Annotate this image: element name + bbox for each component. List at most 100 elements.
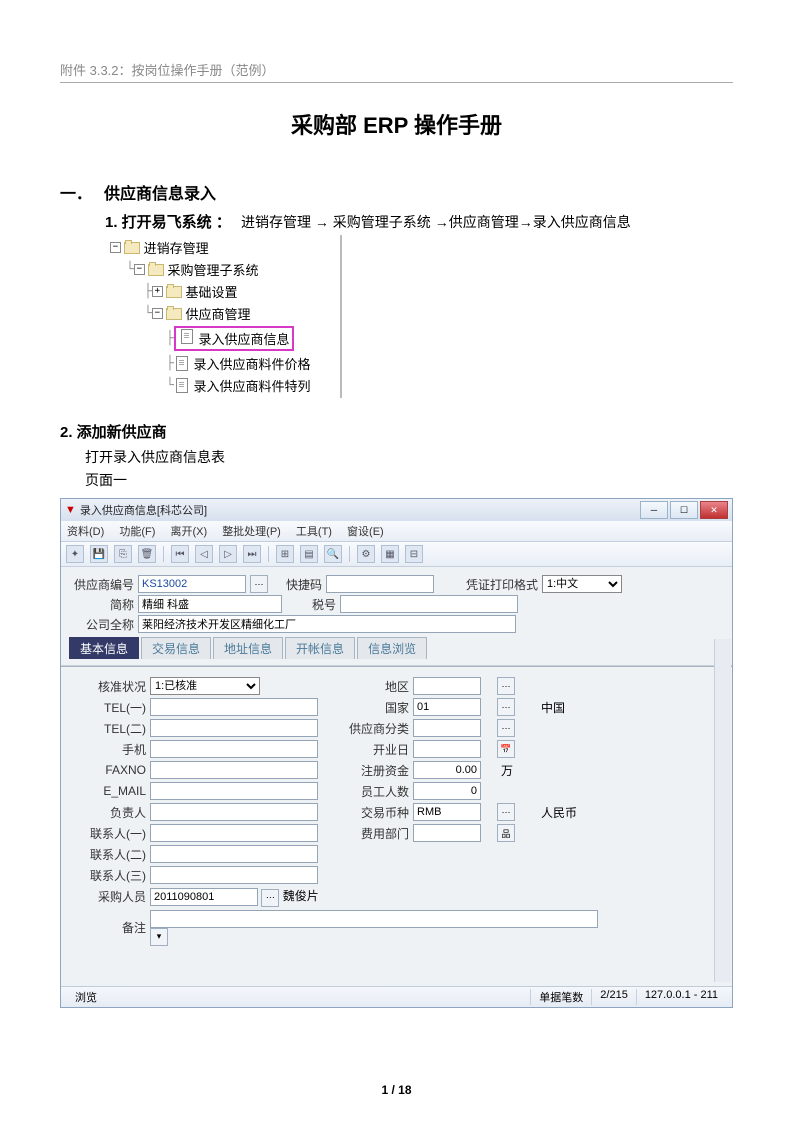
lookup-icon[interactable]: ⋯ xyxy=(497,698,515,716)
tab-open[interactable]: 开帐信息 xyxy=(285,637,355,659)
employee-input[interactable] xyxy=(413,782,481,800)
maximize-button[interactable]: ☐ xyxy=(670,501,698,519)
tab-pane: 核准状况 1:已核准 地区 ⋯ TEL(一) 国家 ⋯中国 TEL(二) 供应商… xyxy=(61,666,732,986)
country-input[interactable] xyxy=(413,698,481,716)
status-select[interactable]: 1:已核准 xyxy=(150,677,260,695)
lookup-icon[interactable]: ⋯ xyxy=(497,677,515,695)
label: 供应商分类 xyxy=(324,720,409,737)
label: TEL(一) xyxy=(71,699,146,716)
tab-trade[interactable]: 交易信息 xyxy=(141,637,211,659)
quick-code-input[interactable] xyxy=(326,575,434,593)
short-name-input[interactable] xyxy=(138,595,282,613)
tree-icon[interactable]: ⊟ xyxy=(405,545,423,563)
folder-icon xyxy=(124,241,140,255)
lookup-icon[interactable]: ⋯ xyxy=(497,803,515,821)
collapse-icon[interactable]: − xyxy=(134,264,145,275)
tree-item[interactable]: 录入供应商料件价格 xyxy=(193,354,310,373)
last-icon[interactable]: ⏭ xyxy=(243,545,261,563)
expand-icon[interactable]: + xyxy=(152,286,163,297)
tab-browse[interactable]: 信息浏览 xyxy=(357,637,427,659)
folder-icon xyxy=(148,263,164,277)
label: TEL(二) xyxy=(71,720,146,737)
first-icon[interactable]: ⏮ xyxy=(171,545,189,563)
find-icon[interactable]: 🔍 xyxy=(324,545,342,563)
menu-item[interactable]: 整批处理(P) xyxy=(222,526,281,538)
tree-item-selected[interactable]: 录入供应商信息 xyxy=(174,326,295,351)
lookup-icon[interactable]: ⋯ xyxy=(250,575,268,593)
delete-icon[interactable]: 🗑 xyxy=(138,545,156,563)
label: FAXNO xyxy=(71,763,146,777)
buyer-input[interactable] xyxy=(150,888,258,906)
expand-icon[interactable]: ▾ xyxy=(150,928,168,946)
tree-item[interactable]: 进销存管理 xyxy=(144,238,209,257)
folder-icon xyxy=(166,285,182,299)
contact1-input[interactable] xyxy=(150,824,318,842)
doc-title: 采购部 ERP 操作手册 xyxy=(60,108,733,140)
section-1-num: 一． xyxy=(60,180,92,204)
remark-input[interactable] xyxy=(150,910,598,928)
supplier-no-input[interactable] xyxy=(138,575,246,593)
step-1-label: 1. 打开易飞系统 ： xyxy=(105,214,231,231)
prev-icon[interactable]: ◁ xyxy=(195,545,213,563)
settings-icon[interactable]: ⚙ xyxy=(357,545,375,563)
tree-item[interactable]: 基础设置 xyxy=(185,282,237,301)
scrollbar[interactable] xyxy=(714,639,731,982)
folder-icon xyxy=(166,307,182,321)
menu-item[interactable]: 窗设(E) xyxy=(347,526,384,538)
tree-item[interactable]: 采购管理子系统 xyxy=(167,260,258,279)
currency-name: 人民币 xyxy=(541,804,611,821)
menu-item[interactable]: 资料(D) xyxy=(67,526,104,538)
tel1-input[interactable] xyxy=(150,698,318,716)
region-input[interactable] xyxy=(413,677,481,695)
menu-item[interactable]: 工具(T) xyxy=(296,526,332,538)
tree-item[interactable]: 供应商管理 xyxy=(185,304,250,323)
label: 国家 xyxy=(324,699,409,716)
next-icon[interactable]: ▷ xyxy=(219,545,237,563)
nav-path: 进销存管理 → 采购管理子系统 →供应商管理→录入供应商信息 xyxy=(241,214,631,230)
leader-input[interactable] xyxy=(150,803,318,821)
tree-item[interactable]: 录入供应商料件特列 xyxy=(193,376,310,395)
status-mode: 浏览 xyxy=(67,989,531,1005)
body-text: 页面一 xyxy=(85,470,733,490)
lookup-icon[interactable]: ⋯ xyxy=(497,719,515,737)
close-button[interactable]: ✕ xyxy=(700,501,728,519)
document-icon xyxy=(174,357,190,371)
collapse-icon[interactable]: − xyxy=(152,308,163,319)
body-text: 打开录入供应商信息表 xyxy=(85,447,733,467)
email-input[interactable] xyxy=(150,782,318,800)
filter-icon[interactable]: ▤ xyxy=(300,545,318,563)
label: 开业日 xyxy=(324,741,409,758)
tel2-input[interactable] xyxy=(150,719,318,737)
save-icon[interactable]: 💾 xyxy=(90,545,108,563)
contact2-input[interactable] xyxy=(150,845,318,863)
tab-basic[interactable]: 基本信息 xyxy=(69,637,139,659)
contact3-input[interactable] xyxy=(150,866,318,884)
mobile-input[interactable] xyxy=(150,740,318,758)
dept-input[interactable] xyxy=(413,824,481,842)
label: 手机 xyxy=(71,741,146,758)
currency-input[interactable] xyxy=(413,803,481,821)
tool-icon[interactable]: ⊞ xyxy=(276,545,294,563)
collapse-icon[interactable]: − xyxy=(110,242,121,253)
tax-no-input[interactable] xyxy=(340,595,518,613)
capital-input[interactable] xyxy=(413,761,481,779)
label: 交易币种 xyxy=(324,804,409,821)
open-date-input[interactable] xyxy=(413,740,481,758)
tab-address[interactable]: 地址信息 xyxy=(213,637,283,659)
copy-icon[interactable]: ⎘ xyxy=(114,545,132,563)
full-name-input[interactable] xyxy=(138,615,516,633)
calendar-icon[interactable]: 📅 xyxy=(497,740,515,758)
print-format-select[interactable]: 1:中文 xyxy=(542,575,622,593)
category-input[interactable] xyxy=(413,719,481,737)
minimize-button[interactable]: ─ xyxy=(640,501,668,519)
menu-item[interactable]: 离开(X) xyxy=(170,526,207,538)
menu-item[interactable]: 功能(F) xyxy=(119,526,155,538)
list-icon[interactable]: ▦ xyxy=(381,545,399,563)
lookup-icon[interactable]: ⋯ xyxy=(261,889,279,907)
fax-input[interactable] xyxy=(150,761,318,779)
label: 联系人(三) xyxy=(71,867,146,884)
new-icon[interactable]: ✦ xyxy=(66,545,84,563)
label: 核准状况 xyxy=(71,678,146,695)
org-icon[interactable]: 品 xyxy=(497,824,515,842)
window-titlebar[interactable]: ▼ 录入供应商信息[科芯公司] ─ ☐ ✕ xyxy=(61,499,732,521)
